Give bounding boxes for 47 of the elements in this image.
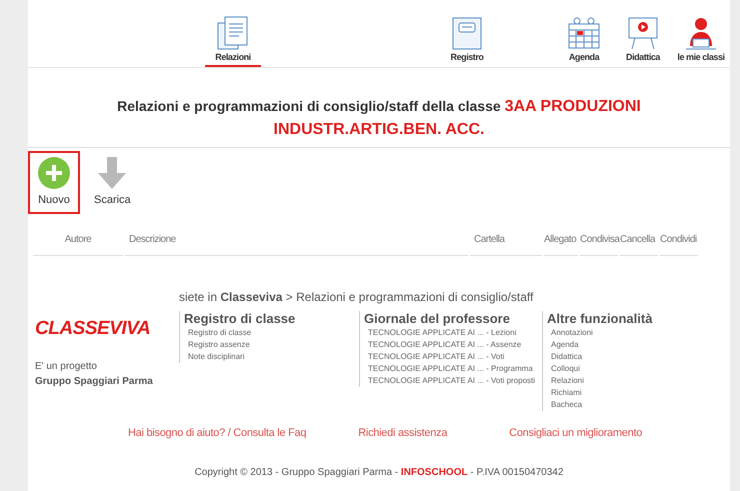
footer-link[interactable]: Didattica [551,350,692,362]
footer-link[interactable]: Registro di classe [188,326,359,338]
company-name: Gruppo Spaggiari Parma [35,375,154,389]
add-icon [38,157,70,189]
documents-icon [216,14,250,50]
section-title: Giornale del professore [364,310,511,326]
footer-link[interactable]: TECNOLOGIE APPLICATE AI ... - Assenze [368,338,542,350]
toolbar-button[interactable]: Nuovo [28,151,80,214]
nav-tab[interactable]: Agenda [556,14,612,67]
column-header: Condividi [660,232,698,256]
help-link[interactable]: Consigliaci un miglioramento [509,424,642,441]
nav-tab[interactable]: le mie classi [673,14,729,67]
footer-link[interactable]: Colloqui [551,362,692,374]
calendar-icon [567,14,601,50]
footer-link[interactable]: Agenda [551,338,692,350]
footer-link[interactable]: Relazioni [551,374,692,386]
nav-tab[interactable]: Registro [439,14,495,67]
footer-link[interactable]: Note disciplinari [188,350,359,362]
board-icon [626,14,660,50]
footer-link[interactable]: TECNOLOGIE APPLICATE AI ... - Voti [368,350,542,362]
column-header: Descrizione [125,232,468,256]
project-text: E' un progetto [35,360,98,374]
footer-link[interactable]: TECNOLOGIE APPLICATE AI ... - Voti proposti [368,374,542,386]
help-link[interactable]: Richiedi assistenza [358,424,448,441]
footer-link[interactable]: TECNOLOGIE APPLICATE AI ... - Programma [368,362,542,374]
toolbar-button[interactable]: Scarica [84,151,141,214]
column-header: Condivisa [580,232,618,256]
breadcrumb: siete in Classeviva > Relazioni e programmazioni di consiglio/staff [179,288,534,306]
page-title: Relazioni e programmazioni di consiglio/staff della classe 3AA PRODUZIONI INDUSTR.ARTIG.BEN. ACC. [116,97,642,140]
logo: CLASSEVIVA [35,316,152,340]
footer-link[interactable]: TECNOLOGIE APPLICATE AI ... - Lezioni [368,326,542,338]
column-header: Allegato [544,232,578,256]
help-link[interactable]: Hai bisogno di aiuto? / Consulta le Faq [128,424,306,441]
nav-tab[interactable]: Relazioni [205,14,261,67]
footer-link[interactable]: Richiami [551,386,692,398]
footer-link[interactable]: Registro assenze [188,338,359,350]
section-title: Registro di classe [184,310,296,326]
footer-link[interactable]: Annotazioni [551,326,692,338]
register-icon [450,14,484,50]
copyright-text: Copyright © 2013 - Gruppo Spaggiari Parma - INFOSCHOOL - P.IVA 00150470342 [194,466,564,480]
column-header: Cartella [470,232,542,256]
column-header: Autore [33,232,123,256]
section-title: Altre funzionalità [547,310,654,326]
footer-link[interactable]: Bacheca [551,398,692,410]
nav-tab[interactable]: Didattica [615,14,671,67]
column-header: Cancella [620,232,658,256]
down-arrow-icon [98,157,126,189]
